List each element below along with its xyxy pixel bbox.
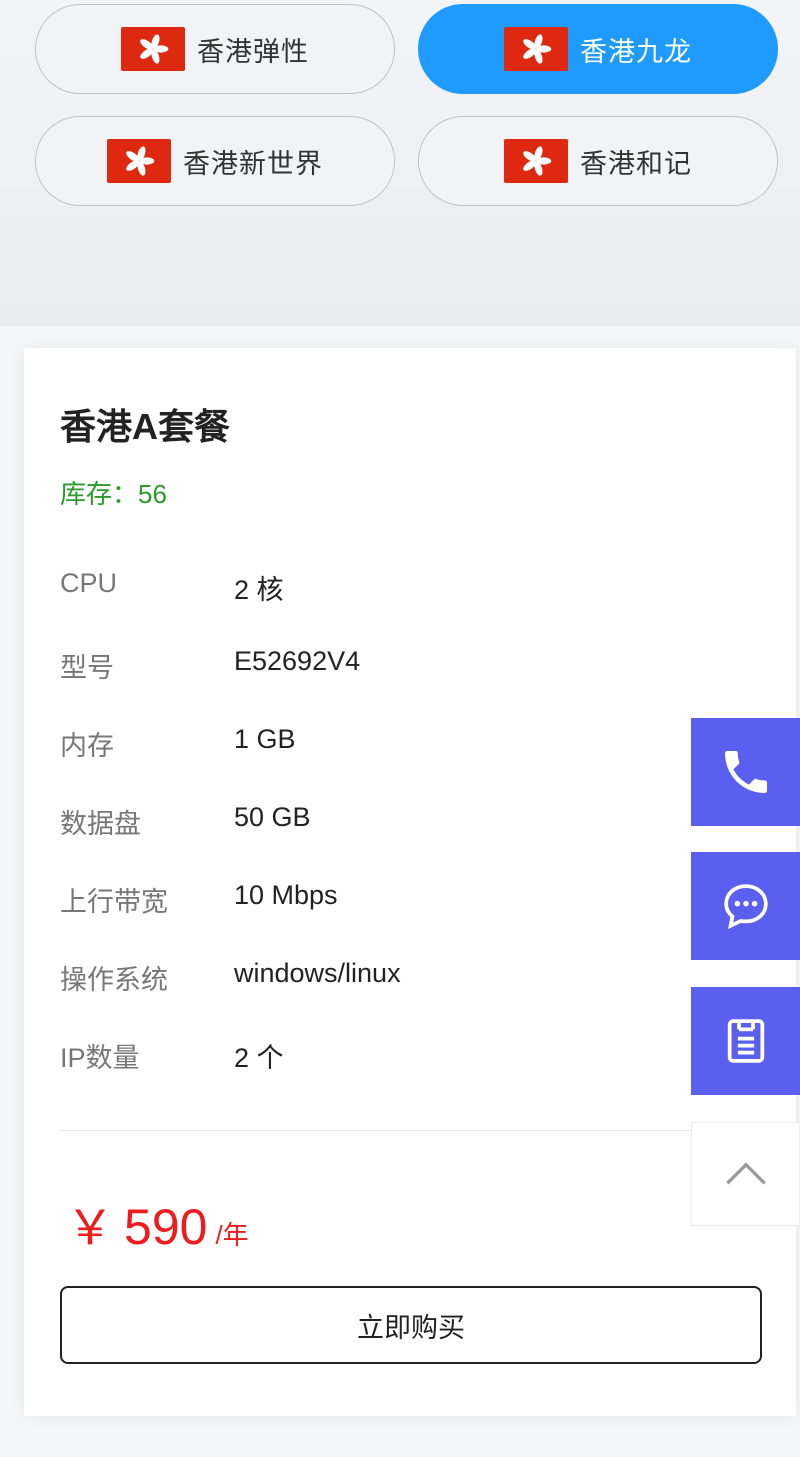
region-selector: 香港弹性 香港九龙 香港新世界 香港和记 [0, 0, 800, 326]
region-button-hk-kowloon[interactable]: 香港九龙 [418, 4, 778, 94]
region-label: 香港新世界 [183, 148, 323, 179]
price-unit: /年 [215, 1220, 249, 1250]
price-amount: 590 [124, 1199, 208, 1255]
spec-label: 数据盘 [60, 809, 141, 839]
order-button[interactable] [691, 987, 800, 1095]
spec-label: 型号 [60, 653, 114, 683]
spec-label: 内存 [60, 731, 114, 761]
clipboard-icon [727, 1019, 764, 1063]
spec-value: 1 GB [234, 724, 296, 754]
spec-label: IP数量 [60, 1043, 140, 1073]
spec-label: 上行带宽 [60, 887, 168, 917]
plan-card: 香港A套餐 库存：56 CPU 2 核 型号 E52692V4 内存 1 GB … [24, 348, 796, 1416]
chat-icon [723, 884, 768, 930]
region-button-hk-hutchison[interactable]: 香港和记 [418, 116, 778, 206]
hong-kong-flag-icon [107, 139, 171, 183]
spec-label: 操作系统 [60, 965, 168, 995]
spec-value: 10 Mbps [234, 880, 338, 910]
back-to-top-button[interactable] [691, 1122, 800, 1226]
price-currency: ￥ [66, 1202, 115, 1255]
region-label: 香港九龙 [580, 36, 692, 67]
spec-label: CPU [60, 568, 118, 598]
phone-button[interactable] [691, 718, 800, 826]
hong-kong-flag-icon [121, 27, 185, 71]
stock-count: 库存：56 [60, 479, 167, 509]
spec-value: E52692V4 [234, 646, 361, 676]
spec-value: 2 核 [234, 575, 284, 605]
region-button-hk-elastic[interactable]: 香港弹性 [35, 4, 395, 94]
chevron-up-icon [725, 1162, 766, 1185]
phone-icon [724, 751, 767, 793]
spec-value: windows/linux [234, 958, 401, 988]
region-label: 香港和记 [580, 148, 692, 179]
hong-kong-flag-icon [504, 27, 568, 71]
hong-kong-flag-icon [504, 139, 568, 183]
spec-value: 2 个 [234, 1043, 284, 1073]
chat-button[interactable] [691, 852, 800, 960]
region-button-hk-new-world[interactable]: 香港新世界 [35, 116, 395, 206]
divider [60, 1130, 760, 1131]
region-label: 香港弹性 [197, 36, 309, 67]
plan-title: 香港A套餐 [60, 406, 230, 447]
spec-value: 50 GB [234, 802, 311, 832]
buy-now-button[interactable]: 立即购买 [60, 1286, 762, 1364]
price: ￥ 590/年 [66, 1188, 249, 1258]
